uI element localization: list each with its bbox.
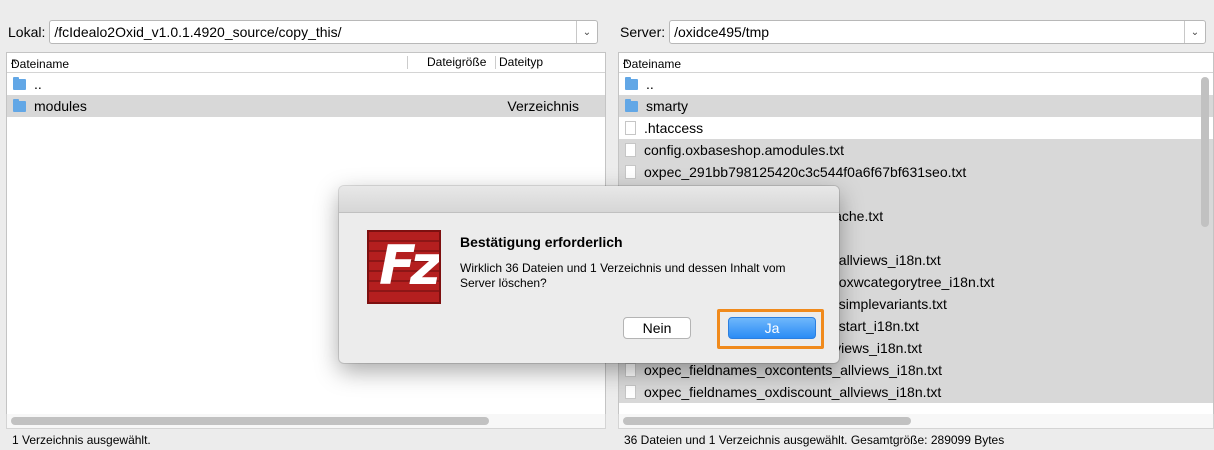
column-separator[interactable] [495,56,496,69]
file-icon [625,121,636,135]
local-path-bar: Lokal: /fcIdealo2Oxid_v1.0.1.4920_source… [8,20,598,44]
file-name: .. [34,76,42,92]
sort-ascending-icon: ^ [11,57,17,71]
file-icon [625,363,636,377]
list-item[interactable]: .. [619,73,1213,95]
local-column-header: Dateiname ^ Dateigröße Dateityp [7,53,605,73]
file-name: .. [646,76,654,92]
file-name: .htaccess [644,120,704,136]
list-item[interactable]: modules Verzeichnis [7,95,605,117]
local-horizontal-scrollbar[interactable] [6,414,606,429]
no-button[interactable]: Nein [623,317,691,339]
list-item[interactable]: smarty [619,95,1213,117]
server-column-header: Dateiname ^ [619,53,1213,73]
scrollbar-thumb[interactable] [11,417,489,425]
dialog-message: Wirklich 36 Dateien und 1 Verzeichnis un… [460,261,786,290]
filezilla-logo-icon: Fz [367,230,441,304]
file-name: config.oxbaseshop.amodules.txt [644,142,845,158]
server-vertical-scrollbar[interactable] [1201,77,1209,227]
server-path-bar: Server: /oxidce495/tmp ⌄ [620,20,1206,44]
file-icon [625,165,636,179]
folder-icon [13,76,26,90]
server-path-value: /oxidce495/tmp [674,24,770,40]
file-name: s_simplevariants.txt [824,296,947,312]
folder-icon [625,98,638,112]
filezilla-logo-glyph: Fz [379,234,439,297]
file-type: Verzeichnis [507,98,579,114]
dialog-title: Bestätigung erforderlich [460,234,623,250]
folder-icon [13,98,26,112]
list-item[interactable]: .. [7,73,605,95]
file-name: oxpec_291bb798125420c3c544f0a6f67bf631se… [644,164,967,180]
file-name: s_allviews_i18n.txt [824,252,941,268]
local-status-bar: 1 Verzeichnis ausgewählt. [6,428,606,450]
chevron-down-icon[interactable]: ⌄ [576,21,597,43]
list-item[interactable]: config.oxbaseshop.amodules.txt [619,139,1213,161]
dialog-titlebar[interactable] [339,186,839,213]
file-name: oxpec_fieldnames_oxcontents_allviews_i18… [644,362,943,378]
file-name: oxpec_fieldnames_oxdiscount_allviews_i18… [644,384,942,400]
file-icon [625,143,636,157]
file-icon [625,385,636,399]
list-item[interactable]: oxpec_fieldnames_oxdiscount_allviews_i18… [619,381,1213,403]
local-path-value: /fcIdealo2Oxid_v1.0.1.4920_source/copy_t… [54,24,342,40]
local-path-label: Lokal: [8,24,46,40]
column-header-filesize[interactable]: Dateigröße [427,55,486,69]
scrollbar-thumb[interactable] [623,417,911,425]
file-name: s_oxwcategorytree_i18n.txt [824,274,995,290]
list-item[interactable]: .htaccess [619,117,1213,139]
column-separator[interactable] [407,56,408,69]
column-header-filetype[interactable]: Dateityp [499,55,543,69]
file-name: smarty [646,98,688,114]
list-item[interactable]: oxpec_291bb798125420c3c544f0a6f67bf631se… [619,161,1213,183]
file-name: modules [34,98,87,114]
server-path-label: Server: [620,24,666,40]
folder-icon [625,76,638,90]
local-path-input[interactable]: /fcIdealo2Oxid_v1.0.1.4920_source/copy_t… [49,20,598,44]
server-status-bar: 36 Dateien und 1 Verzeichnis ausgewählt.… [618,428,1214,450]
sort-ascending-icon: ^ [623,57,629,71]
chevron-down-icon[interactable]: ⌄ [1184,21,1205,43]
server-path-input[interactable]: /oxidce495/tmp ⌄ [669,20,1206,44]
server-horizontal-scrollbar[interactable] [618,414,1214,429]
yes-button-highlight [717,309,824,349]
